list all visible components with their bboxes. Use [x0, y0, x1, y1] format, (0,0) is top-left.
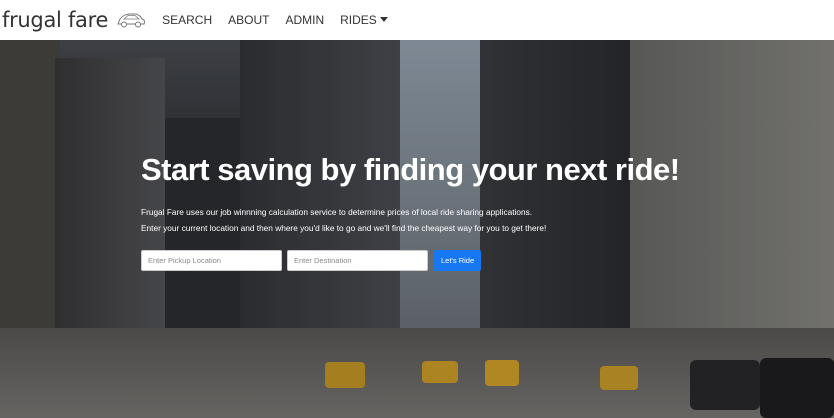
pickup-location-input[interactable]: Enter Pickup Location — [141, 250, 282, 271]
navbar: frugal fare SEARCH ABOUT ADMIN RIDES — [0, 0, 834, 40]
caret-down-icon — [379, 17, 388, 22]
hero-description-line: Frugal Fare uses our job winnning calcul… — [141, 207, 533, 217]
destination-input[interactable]: Enter Destination — [287, 250, 428, 271]
ride-search-form: Enter Pickup Location Enter Destination … — [141, 250, 701, 271]
hero-banner: Start saving by finding your next ride! … — [0, 40, 834, 418]
hero-description: Frugal Fare uses our job winnning calcul… — [141, 204, 701, 236]
nav-search[interactable]: SEARCH — [162, 13, 212, 27]
nav-rides-dropdown[interactable]: RIDES — [340, 13, 388, 27]
nav-about[interactable]: ABOUT — [228, 13, 269, 27]
lets-ride-button[interactable]: Let's Ride — [434, 250, 482, 271]
brand-name: frugal fare — [2, 8, 109, 32]
brand-logo[interactable]: frugal fare — [2, 8, 146, 32]
hero-content: Start saving by finding your next ride! … — [141, 152, 701, 271]
nav-rides-label: RIDES — [340, 13, 377, 27]
car-icon — [117, 13, 146, 28]
nav-admin[interactable]: ADMIN — [285, 13, 324, 27]
hero-description-line: Enter your current location and then whe… — [141, 223, 547, 233]
hero-title: Start saving by finding your next ride! — [141, 152, 680, 187]
